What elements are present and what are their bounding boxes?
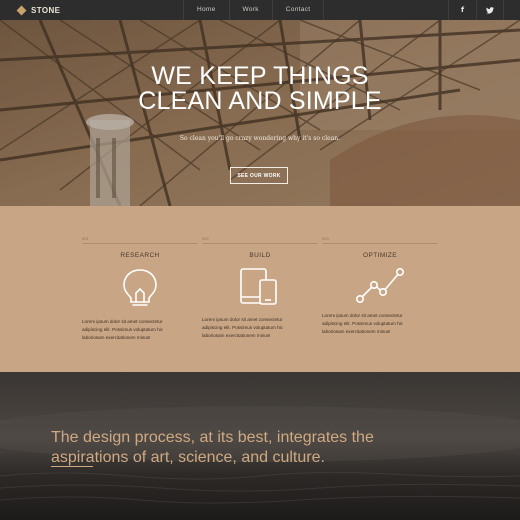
feature-description: Lorem ipsum dolor sit amet consectetur a… (322, 312, 438, 336)
feature-number: 002 (202, 236, 209, 241)
diamond-icon (16, 5, 27, 15)
feature-title: BUILD (249, 252, 271, 259)
feature-text-line: adipiscing elit. Possimus voluptatum hic (202, 325, 283, 330)
hero-title-line-2: CLEAN AND SIMPLE (138, 87, 382, 115)
feature-text-line: Lorem ipsum dolor sit amet consectetur (322, 313, 403, 318)
feature-title: RESEARCH (120, 252, 160, 259)
feature-text-line: Lorem ipsum dolor sit amet consectetur (202, 317, 283, 322)
quote-text: The design process, at its best, integra… (51, 428, 481, 468)
nav-link-home[interactable]: Home (183, 0, 229, 20)
quote-line-1: The design process, at its best, integra… (51, 429, 374, 446)
feature-text-line: adipiscing elit. Possimus voluptatum hic (82, 327, 163, 332)
feature-title: OPTIMIZE (363, 252, 397, 259)
top-navbar: STONE Home Work Contact f (0, 0, 520, 20)
feature-text-line: laboriosam exercitationem minus! (82, 335, 151, 340)
feature-description: Lorem ipsum dolor sit amet consectetur a… (202, 316, 318, 340)
feature-number: 003 (322, 236, 329, 241)
quote-underline (51, 466, 93, 467)
nav-link-contact[interactable]: Contact (271, 0, 325, 20)
brand-name: STONE (31, 5, 61, 15)
divider (322, 243, 438, 244)
social-links: f (448, 0, 504, 20)
lightbulb-icon (82, 266, 198, 313)
feature-number: 001 (82, 236, 89, 241)
devices-icon (202, 266, 318, 313)
feature-description: Lorem ipsum dolor sit amet consectetur a… (82, 318, 198, 342)
feature-text-line: laboriosam exercitationem minus! (202, 333, 271, 338)
feature-text-line: adipiscing elit. Possimus voluptatum hic (322, 321, 403, 326)
divider (82, 243, 198, 244)
quote-section: The design process, at its best, integra… (0, 372, 520, 520)
hero-subtitle: So clean you'll go crazy wondering why i… (179, 135, 341, 142)
divider (202, 243, 318, 244)
hero-title: WE KEEP THINGS CLEAN AND SIMPLE (0, 64, 520, 114)
feature-text-line: Lorem ipsum dolor sit amet consectetur (82, 319, 163, 324)
nav-links: Home Work Contact (183, 0, 325, 20)
hero-section: WE KEEP THINGS CLEAN AND SIMPLE So clean… (0, 20, 520, 206)
twitter-icon[interactable] (476, 0, 504, 20)
facebook-icon[interactable]: f (448, 0, 476, 20)
feature-text-line: laboriosam exercitationem minus! (322, 329, 391, 334)
brand-logo[interactable]: STONE (0, 0, 183, 20)
quote-line-2: aspirations of art, science, and culture… (51, 449, 325, 466)
nav-link-work[interactable]: Work (228, 0, 272, 20)
hero-title-line-1: WE KEEP THINGS (151, 62, 369, 90)
features-section: 001 RESEARCH Lorem ipsum dolor sit amet … (0, 206, 520, 372)
chart-line-icon (322, 266, 438, 313)
see-our-work-button[interactable]: SEE OUR WORK (230, 167, 288, 184)
